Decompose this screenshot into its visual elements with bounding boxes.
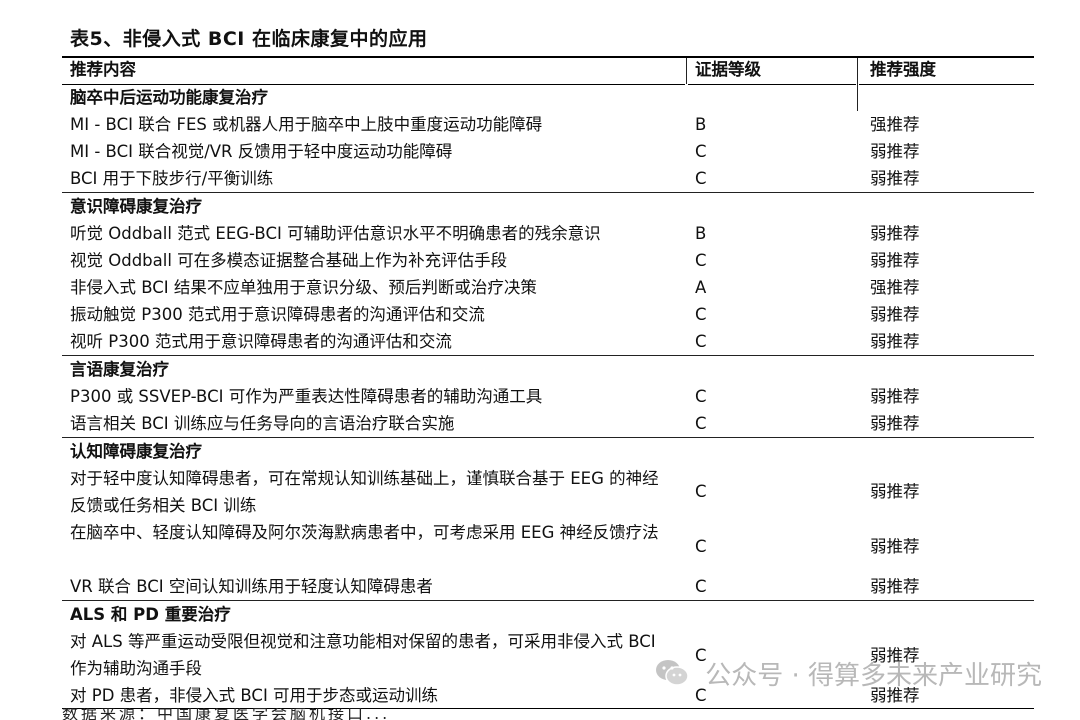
row-content: 听觉 Oddball 范式 EEG-BCI 可辅助评估意识水平不明确患者的残余意… (70, 224, 601, 243)
row-content: 对 ALS 等严重运动受限但视觉和注意功能相对保留的患者，可采用非侵入式 BCI… (70, 632, 656, 678)
column-divider (857, 58, 858, 84)
header-content: 推荐内容 (70, 60, 136, 79)
row-evidence: C (695, 577, 707, 596)
row-content: 对于轻中度认知障碍患者，可在常规认知训练基础上，谨慎联合基于 EEG 的神经反馈… (70, 469, 659, 515)
watermark-text: 公众号 · 得算多未来产业研究 (705, 661, 1042, 691)
section-rule (62, 192, 1034, 193)
section-rule (62, 355, 1034, 356)
row-content: 非侵入式 BCI 结果不应单独用于意识分级、预后判断或治疗决策 (70, 278, 537, 297)
row-evidence: C (695, 142, 707, 161)
row-strength: 弱推荐 (870, 305, 920, 324)
row-strength: 弱推荐 (870, 251, 920, 270)
header-rule (859, 84, 1034, 85)
row-content: VR 联合 BCI 空间认知训练用于轻度认知障碍患者 (70, 577, 433, 596)
row-content: 振动触觉 P300 范式用于意识障碍患者的沟通评估和交流 (70, 305, 485, 324)
row-content: 在脑卒中、轻度认知障碍及阿尔茨海默病患者中，可考虑采用 EEG 神经反馈疗法 (70, 523, 659, 542)
row-content: 视听 P300 范式用于意识障碍患者的沟通评估和交流 (70, 332, 452, 351)
row-strength: 强推荐 (870, 278, 920, 297)
header-rule (688, 84, 856, 85)
section-title: 认知障碍康复治疗 (70, 442, 202, 461)
row-evidence: A (695, 278, 707, 297)
footer-source-text: 数据来源：中国康复医学会脑机接口... (62, 708, 391, 720)
header-evidence: 证据等级 (695, 60, 761, 79)
section-rule (62, 437, 1034, 438)
row-content: P300 或 SSVEP-BCI 可作为严重表达性障碍患者的辅助沟通工具 (70, 387, 543, 406)
row-strength: 弱推荐 (870, 224, 920, 243)
wechat-icon (655, 658, 689, 695)
row-evidence: C (695, 482, 707, 501)
table-title: 表5、非侵入式 BCI 在临床康复中的应用 (70, 28, 428, 50)
row-evidence: C (695, 332, 707, 351)
row-content: MI - BCI 联合视觉/VR 反馈用于轻中度运动功能障碍 (70, 142, 453, 161)
row-strength: 弱推荐 (870, 332, 920, 351)
row-strength: 弱推荐 (870, 169, 920, 188)
watermark: 公众号 · 得算多未来产业研究 (655, 655, 1042, 695)
column-divider (857, 84, 858, 111)
row-strength: 弱推荐 (870, 142, 920, 161)
header-strength: 推荐强度 (870, 60, 936, 79)
row-content: 视觉 Oddball 可在多模态证据整合基础上作为补充评估手段 (70, 251, 508, 270)
row-evidence: C (695, 414, 707, 433)
row-strength: 弱推荐 (870, 577, 920, 596)
row-strength: 弱推荐 (870, 387, 920, 406)
column-divider (686, 58, 687, 84)
row-content: 语言相关 BCI 训练应与任务导向的言语治疗联合实施 (70, 414, 455, 433)
table-row: 在脑卒中、轻度认知障碍及阿尔茨海默病患者中，可考虑采用 EEG 神经反馈疗法 C… (62, 519, 1034, 573)
section-title: 意识障碍康复治疗 (70, 197, 202, 216)
row-evidence: B (695, 115, 707, 134)
row-evidence: C (695, 305, 707, 324)
row-content: BCI 用于下肢步行/平衡训练 (70, 169, 274, 188)
section-title: ALS 和 PD 重要治疗 (70, 605, 231, 624)
table-row: 对于轻中度认知障碍患者，可在常规认知训练基础上，谨慎联合基于 EEG 的神经反馈… (62, 465, 1034, 519)
section-title: 言语康复治疗 (70, 360, 169, 379)
row-strength: 弱推荐 (870, 482, 920, 501)
row-content: MI - BCI 联合 FES 或机器人用于脑卒中上肢中重度运动功能障碍 (70, 115, 543, 134)
row-evidence: C (695, 169, 707, 188)
row-evidence: C (695, 387, 707, 406)
row-evidence: C (695, 251, 707, 270)
row-evidence: B (695, 224, 707, 243)
row-content: 对 PD 患者，非侵入式 BCI 可用于步态或运动训练 (70, 686, 439, 705)
row-strength: 弱推荐 (870, 537, 920, 556)
section-title: 脑卒中后运动功能康复治疗 (70, 88, 268, 107)
footer-source-cut: 数据来源：中国康复医学会脑机接口... (62, 708, 1022, 720)
row-evidence: C (695, 537, 707, 556)
row-strength: 强推荐 (870, 115, 920, 134)
row-strength: 弱推荐 (870, 414, 920, 433)
